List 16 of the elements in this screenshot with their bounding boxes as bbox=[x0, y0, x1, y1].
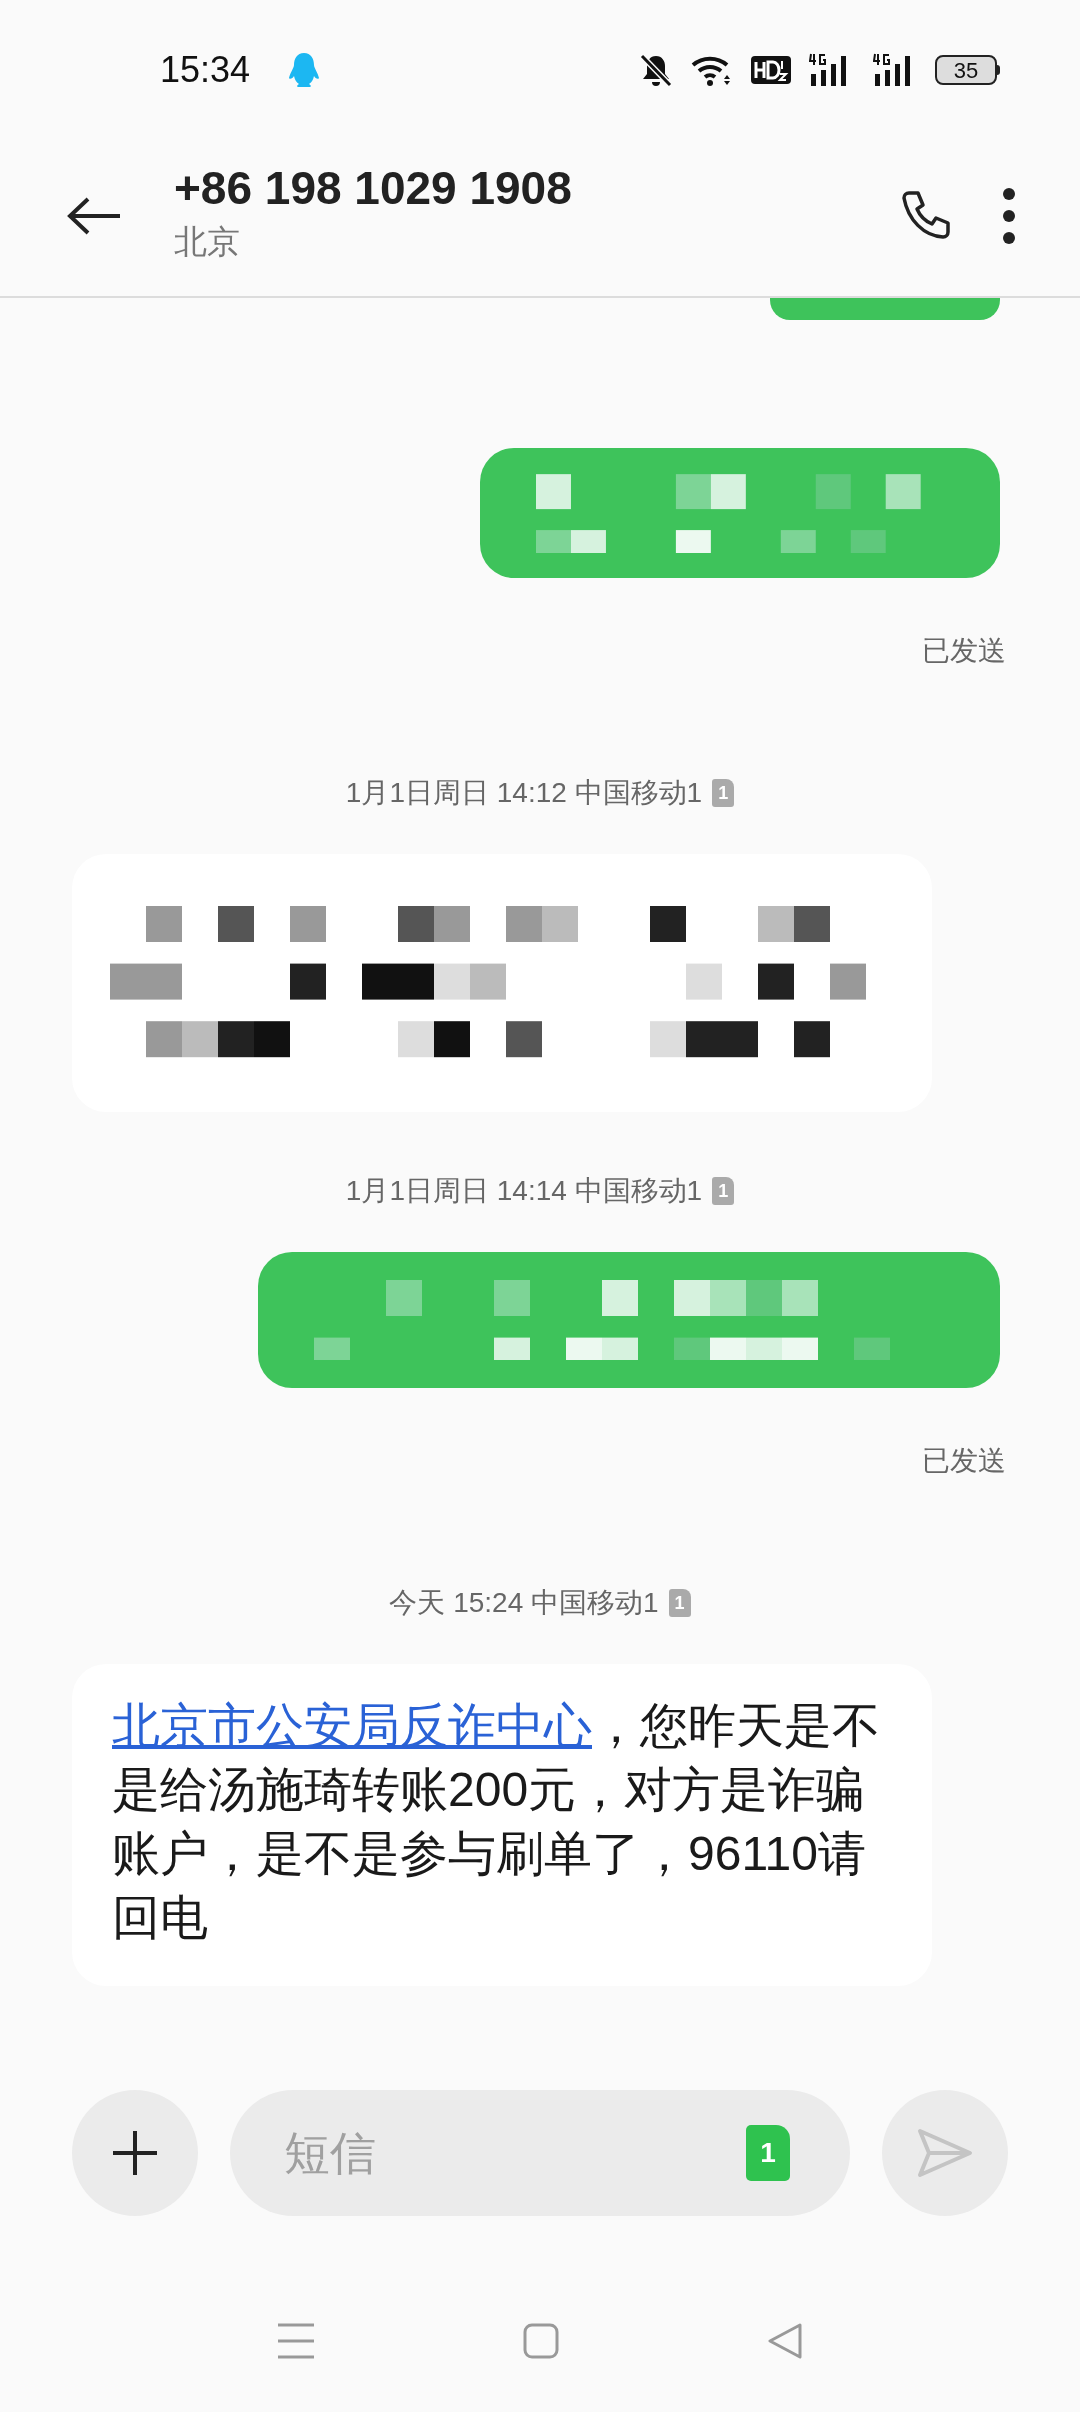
sim-card-icon: 1 bbox=[712, 1177, 735, 1205]
delivery-status: 已发送 bbox=[922, 1444, 1006, 1478]
battery-icon: 35 bbox=[935, 55, 1000, 85]
clock: 15:34 bbox=[160, 48, 251, 92]
sim-card-icon[interactable]: 1 bbox=[746, 2125, 790, 2181]
organization-link[interactable]: 北京市公安局反诈中心 bbox=[112, 1699, 592, 1752]
message-text: 北京市公安局反诈中心，您昨天是不是给汤施琦转账200元，对方是诈骗账户，是不是参与刷单了，96110请回电 bbox=[112, 1698, 881, 1946]
message-timestamp: 1月1日周日 14:12 中国移动1 bbox=[345, 776, 703, 810]
contact-number: +86 198 1029 1908 bbox=[174, 161, 573, 216]
sim-card-icon: 1 bbox=[712, 779, 735, 807]
contact-location: 北京 bbox=[174, 222, 241, 262]
sim-card-icon: 1 bbox=[668, 1589, 691, 1617]
delivery-status: 已发送 bbox=[922, 634, 1006, 668]
message-timestamp: 今天 15:24 中国移动1 bbox=[389, 1586, 659, 1620]
message-input-field[interactable]: 短信 1 bbox=[230, 2090, 850, 2216]
message-timestamp: 1月1日周日 14:14 中国移动1 bbox=[345, 1174, 703, 1208]
